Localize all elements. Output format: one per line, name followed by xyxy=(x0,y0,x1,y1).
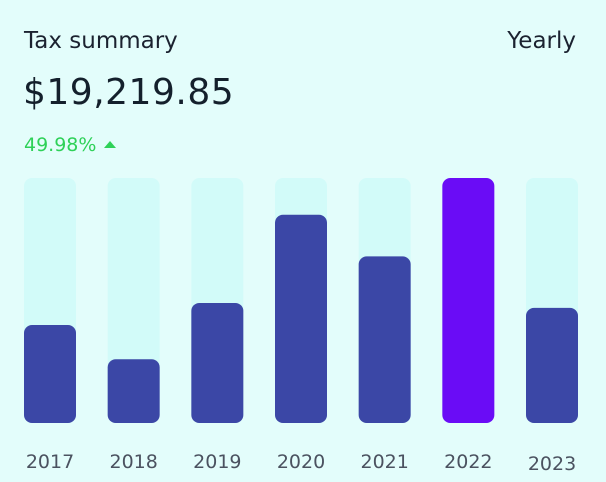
bar-2021[interactable] xyxy=(358,256,411,423)
x-tick-label: 2022 xyxy=(444,451,492,473)
bar-2017[interactable] xyxy=(24,325,76,423)
x-tick-label: 2021 xyxy=(360,451,408,473)
bar-2020[interactable] xyxy=(275,214,327,423)
tax-summary-card: Tax summary Yearly $19,219.85 49.98% 201… xyxy=(0,0,606,482)
bar-2023[interactable] xyxy=(526,307,578,423)
x-tick-label: 2020 xyxy=(277,451,325,473)
x-tick-label: 2019 xyxy=(193,451,241,473)
x-tick-label: 2023 xyxy=(528,453,576,475)
bar-2019[interactable] xyxy=(191,302,244,423)
x-tick-label: 2018 xyxy=(109,451,157,473)
bar-chart: 2017 2018 2019 2020 2021 2022 2023 xyxy=(24,178,578,475)
x-tick-label: 2017 xyxy=(26,451,74,473)
bar-2022[interactable] xyxy=(442,178,495,423)
bar-2018[interactable] xyxy=(107,359,160,423)
